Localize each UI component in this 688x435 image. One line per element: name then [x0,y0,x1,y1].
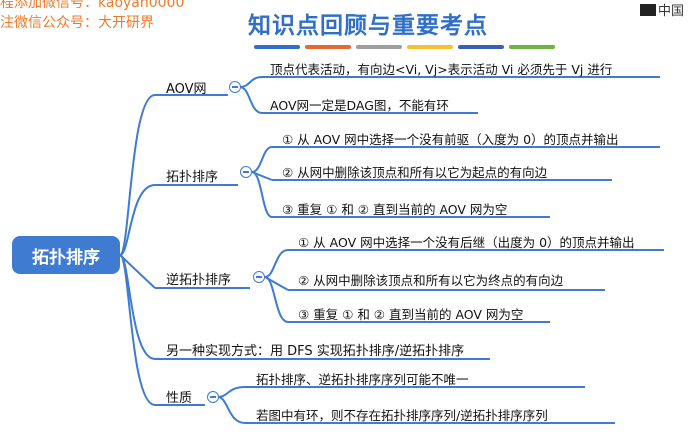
stripe [254,45,300,49]
reverse-item-2: ② 从网中删除该顶点和所有以它为终点的有向边 [298,273,564,288]
topo-item-1: ① 从 AOV 网中选择一个没有前驱（入度为 0）的顶点并输出 [282,132,619,147]
stripe [509,45,555,49]
brand-logo: 中国 [639,0,684,19]
collapse-reverse-icon[interactable] [253,271,265,283]
topo-item-3: ③ 重复 ① 和 ② 直到当前的 AOV 网为空 [282,202,508,217]
branch-topo-label: 拓扑排序 [166,170,219,185]
watermark-line2: 注微信公众号：大开研界 [0,15,154,31]
stripe [305,45,351,49]
props-item-2: 若图中有环，则不存在拓扑排序序列/逆拓扑排序序列 [256,408,548,423]
collapse-topo-icon[interactable] [240,166,252,178]
branch-dfs-label: 另一种实现方式：用 DFS 实现拓扑排序/逆拓扑排序 [166,344,465,359]
collapse-aov-icon[interactable] [229,81,241,93]
stripe [407,45,453,49]
branch-props-label: 性质 [166,391,193,406]
aov-item-2: AOV网一定是DAG图，不能有环 [270,98,449,113]
reverse-item-3: ③ 重复 ① 和 ② 直到当前的 AOV 网为空 [298,307,524,322]
stripe [356,45,402,49]
reverse-item-1: ① 从 AOV 网中选择一个没有后继（出度为 0）的顶点并输出 [298,235,635,250]
watermark-line1: 程添加微信号：kaoyan0000 [0,0,185,11]
topo-item-2: ② 从网中删除该顶点和所有以它为起点的有向边 [282,165,548,180]
branch-aov-label: AOV网 [166,82,207,97]
title-color-stripes [254,45,555,49]
brand-text: 中国 [657,4,684,19]
props-item-1: 拓扑排序、逆拓扑排序序列可能不唯一 [256,372,469,387]
root-node[interactable]: 拓扑排序 [12,236,120,274]
branch-reverse-label: 逆拓扑排序 [166,273,232,288]
page-title: 知识点回顾与重要考点 [248,13,488,39]
collapse-props-icon[interactable] [207,391,219,403]
book-icon [639,3,656,16]
stripe [458,45,504,49]
aov-item-1: 顶点代表活动，有向边<Vi, Vj>表示活动 Vi 必须先于 Vj 进行 [270,62,613,77]
